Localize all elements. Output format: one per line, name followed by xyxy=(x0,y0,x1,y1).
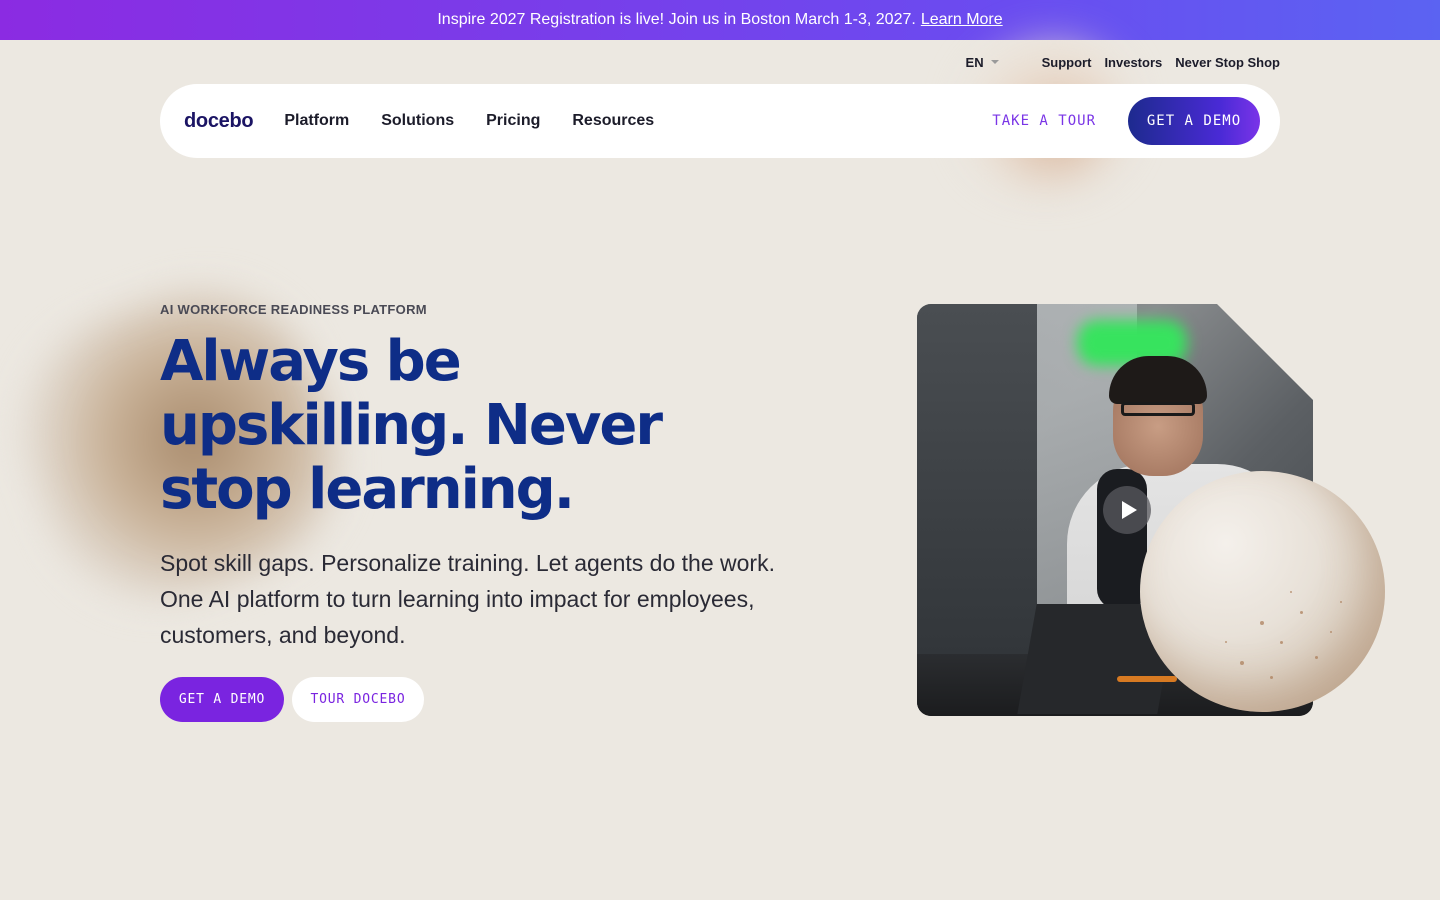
get-a-demo-hero-button[interactable]: GET A DEMO xyxy=(160,677,284,722)
language-selector[interactable]: EN xyxy=(966,55,999,70)
sphere-speck xyxy=(1270,676,1273,679)
nav-item-resources[interactable]: Resources xyxy=(572,112,654,130)
video-scene-glasses xyxy=(1121,402,1195,416)
sphere-speck xyxy=(1300,611,1303,614)
never-stop-shop-link[interactable]: Never Stop Shop xyxy=(1175,55,1280,70)
language-label: EN xyxy=(965,54,984,70)
learn-more-link[interactable]: Learn More xyxy=(921,11,1003,29)
nav-item-platform[interactable]: Platform xyxy=(284,112,349,130)
get-a-demo-nav-button[interactable]: GET A DEMO xyxy=(1128,97,1260,145)
sphere-speck xyxy=(1315,656,1318,659)
main-navbar: docebo Platform Solutions Pricing Resour… xyxy=(160,84,1280,158)
sphere-speck xyxy=(1330,631,1332,633)
docebo-logo[interactable]: docebo xyxy=(184,110,254,133)
video-scene-cable xyxy=(1117,676,1177,682)
hero-eyebrow: AI WORKFORCE READINESS PLATFORM xyxy=(160,302,427,317)
utility-nav: EN Support Investors Never Stop Shop xyxy=(966,52,1280,72)
decorative-sphere xyxy=(1140,471,1385,712)
support-link[interactable]: Support xyxy=(1042,55,1092,70)
announcement-bar: Inspire 2027 Registration is live! Join … xyxy=(0,0,1440,40)
hero-subcopy: Spot skill gaps. Personalize training. L… xyxy=(160,550,775,648)
investors-link[interactable]: Investors xyxy=(1104,55,1162,70)
take-a-tour-link[interactable]: TAKE A TOUR xyxy=(992,113,1096,129)
video-scene-person-hair xyxy=(1109,356,1207,404)
sphere-speck xyxy=(1280,641,1283,644)
sphere-speck xyxy=(1340,601,1342,603)
announcement-text: Inspire 2027 Registration is live! Join … xyxy=(437,11,916,28)
nav-item-solutions[interactable]: Solutions xyxy=(381,112,454,130)
video-play-button[interactable] xyxy=(1103,486,1151,534)
sphere-speck xyxy=(1240,661,1244,665)
play-icon xyxy=(1121,501,1137,519)
sphere-speck xyxy=(1225,641,1227,643)
sphere-speck xyxy=(1260,621,1264,625)
hero-headline: Always be upskilling. Never stop learnin… xyxy=(160,329,663,522)
tour-docebo-button[interactable]: TOUR DOCEBO xyxy=(292,677,424,722)
sphere-speck xyxy=(1290,591,1292,593)
chevron-down-icon xyxy=(990,60,999,64)
nav-item-pricing[interactable]: Pricing xyxy=(486,112,540,130)
